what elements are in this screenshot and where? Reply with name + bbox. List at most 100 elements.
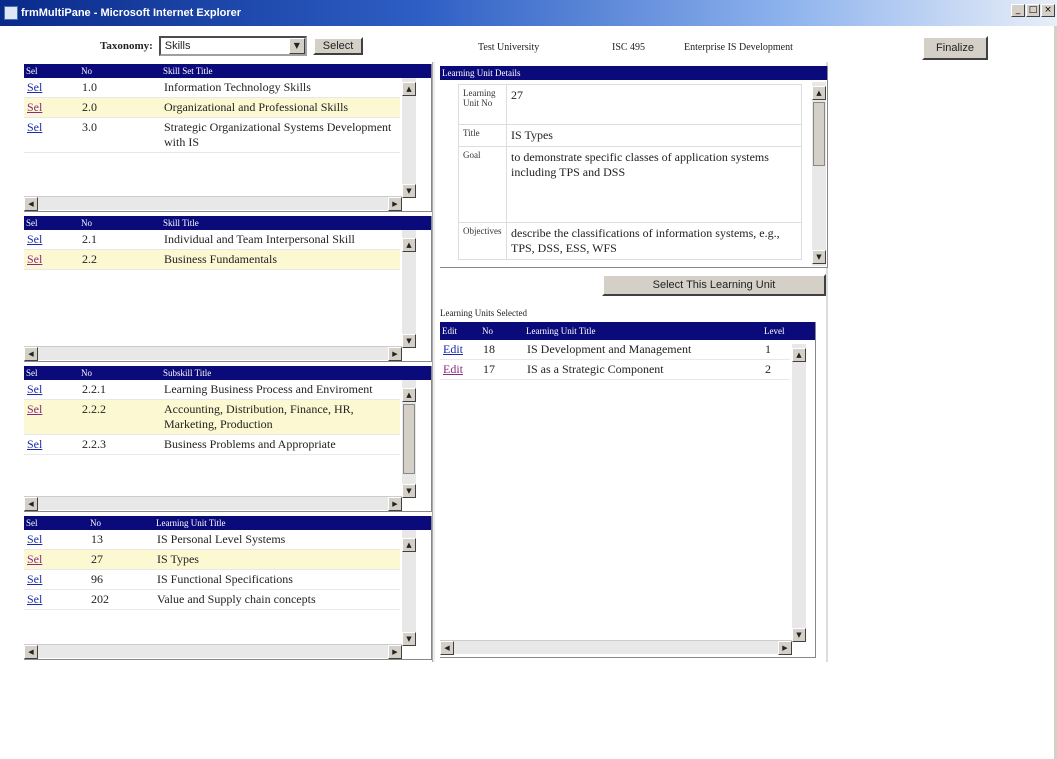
scroll-up-icon[interactable]: ▲ [792,348,806,362]
learning-unit-details-panel: Learning Unit Details Learning Unit No 2… [440,66,828,268]
details-header: Learning Unit Details [440,66,827,80]
scroll-up-icon[interactable]: ▲ [402,82,416,96]
scroll-right-icon[interactable]: ▶ [778,641,792,655]
select-taxonomy-button[interactable]: Select [312,37,364,55]
window-title: frmMultiPane - Microsoft Internet Explor… [21,7,242,19]
close-icon[interactable]: × [1041,4,1055,17]
table-row[interactable]: Sel 202 Value and Supply chain concepts [24,590,400,610]
vertical-scrollbar[interactable]: ▲ ▼ [402,78,416,198]
scroll-down-icon[interactable]: ▼ [792,628,806,642]
window-controls: _ □ × [1011,4,1055,17]
scroll-down-icon[interactable]: ▼ [812,250,826,264]
course-name-label: Enterprise IS Development [684,42,793,53]
skill-panel: Sel No Skill Title Sel 2.1 Individual an… [24,216,432,362]
table-row[interactable]: Sel 1.0 Information Technology Skills [24,78,400,98]
subskill-header: Sel No Subskill Title [24,366,431,380]
skill-set-panel: Sel No Skill Set Title Sel 1.0 Informati… [24,64,432,212]
table-row[interactable]: Sel 3.0 Strategic Organizational Systems… [24,118,400,153]
sel-link[interactable]: Sel [24,230,79,249]
sel-link[interactable]: Sel [24,118,79,152]
scroll-right-icon[interactable]: ▶ [388,645,402,659]
scroll-right-icon[interactable]: ▶ [388,497,402,511]
pane-divider[interactable] [432,62,435,662]
scroll-down-icon[interactable]: ▼ [402,632,416,646]
sel-link[interactable]: Sel [24,530,88,549]
selected-units-panel: Edit No Learning Unit Title Level Edit 1… [440,322,816,658]
horizontal-scrollbar[interactable]: ◀ ▶ [24,644,402,659]
sel-link[interactable]: Sel [24,550,88,569]
scroll-down-icon[interactable]: ▼ [402,184,416,198]
horizontal-scrollbar[interactable]: ◀ ▶ [440,640,792,655]
taxonomy-toolbar: Taxonomy: Skills ▼ Select [100,36,364,56]
taxonomy-value: Skills [164,40,191,52]
scroll-left-icon[interactable]: ◀ [24,197,38,211]
taxonomy-label: Taxonomy: [100,40,153,52]
vertical-scrollbar[interactable]: ▲ ▼ [792,344,806,642]
scroll-left-icon[interactable]: ◀ [24,497,38,511]
scroll-left-icon[interactable]: ◀ [24,347,38,361]
scroll-up-icon[interactable]: ▲ [402,538,416,552]
maximize-icon[interactable]: □ [1026,4,1040,17]
selected-units-caption: Learning Units Selected [440,308,527,318]
scroll-right-icon[interactable]: ▶ [388,197,402,211]
horizontal-scrollbar[interactable]: ◀ ▶ [24,196,402,211]
ie-icon [4,6,18,20]
scroll-thumb[interactable] [403,404,415,474]
finalize-button[interactable]: Finalize [922,36,988,60]
table-row[interactable]: Sel 2.2.2 Accounting, Distribution, Fina… [24,400,400,435]
table-row[interactable]: Edit 17 IS as a Strategic Component 2 [440,360,790,380]
learning-units-header: Sel No Learning Unit Title [24,516,431,530]
scroll-up-icon[interactable]: ▲ [402,238,416,252]
sel-link[interactable]: Sel [24,78,79,97]
table-row[interactable]: Sel 2.2 Business Fundamentals [24,250,400,270]
table-row[interactable]: Sel 13 IS Personal Level Systems [24,530,400,550]
vertical-scrollbar[interactable]: ▲ ▼ [402,230,416,348]
vertical-scrollbar[interactable]: ▲ ▼ [402,380,416,498]
table-row[interactable]: Sel 2.0 Organizational and Professional … [24,98,400,118]
chevron-down-icon[interactable]: ▼ [288,38,305,54]
detail-row-objectives: Objectives describe the classifications … [458,222,802,260]
university-label: Test University [478,42,540,53]
sel-link[interactable]: Sel [24,98,79,117]
sel-link[interactable]: Sel [24,435,79,454]
sel-link[interactable]: Sel [24,400,79,434]
scroll-left-icon[interactable]: ◀ [440,641,454,655]
scroll-down-icon[interactable]: ▼ [402,334,416,348]
sel-link[interactable]: Sel [24,590,88,609]
detail-row-title: Title IS Types [458,124,802,147]
window-title-bar: frmMultiPane - Microsoft Internet Explor… [0,0,1057,26]
taxonomy-select[interactable]: Skills ▼ [158,36,307,56]
sel-link[interactable]: Sel [24,570,88,589]
vertical-scrollbar[interactable]: ▲ ▼ [812,82,826,266]
table-row[interactable]: Sel 2.2.3 Business Problems and Appropri… [24,435,400,455]
detail-row-goal: Goal to demonstrate specific classes of … [458,146,802,223]
scroll-down-icon[interactable]: ▼ [402,484,416,498]
scroll-right-icon[interactable]: ▶ [388,347,402,361]
table-row[interactable]: Sel 27 IS Types [24,550,400,570]
learning-units-panel: Sel No Learning Unit Title Sel 13 IS Per… [24,516,432,660]
select-learning-unit-button[interactable]: Select This Learning Unit [602,274,826,296]
details-table: Learning Unit No 27 Title IS Types Goal … [458,84,802,260]
sel-link[interactable]: Sel [24,380,79,399]
scroll-up-icon[interactable]: ▲ [812,86,826,100]
minimize-icon[interactable]: _ [1011,4,1025,17]
horizontal-scrollbar[interactable]: ◀ ▶ [24,496,402,511]
subskill-panel: Sel No Subskill Title Sel 2.2.1 Learning… [24,366,432,512]
sel-link[interactable]: Sel [24,250,79,269]
skill-header: Sel No Skill Title [24,216,431,230]
edit-link[interactable]: Edit [440,340,480,359]
table-row[interactable]: Sel 96 IS Functional Specifications [24,570,400,590]
scroll-up-icon[interactable]: ▲ [402,388,416,402]
course-code-label: ISC 495 [612,42,646,53]
selected-units-header: Edit No Learning Unit Title Level [440,322,815,340]
edit-link[interactable]: Edit [440,360,480,379]
detail-row-unit-no: Learning Unit No 27 [458,84,802,125]
scroll-left-icon[interactable]: ◀ [24,645,38,659]
table-row[interactable]: Edit 18 IS Development and Management 1 [440,340,790,360]
scroll-thumb[interactable] [813,102,825,166]
horizontal-scrollbar[interactable]: ◀ ▶ [24,346,402,361]
table-row[interactable]: Sel 2.2.1 Learning Business Process and … [24,380,400,400]
table-row[interactable]: Sel 2.1 Individual and Team Interpersona… [24,230,400,250]
skill-set-header: Sel No Skill Set Title [24,64,431,78]
vertical-scrollbar[interactable]: ▲ ▼ [402,530,416,646]
